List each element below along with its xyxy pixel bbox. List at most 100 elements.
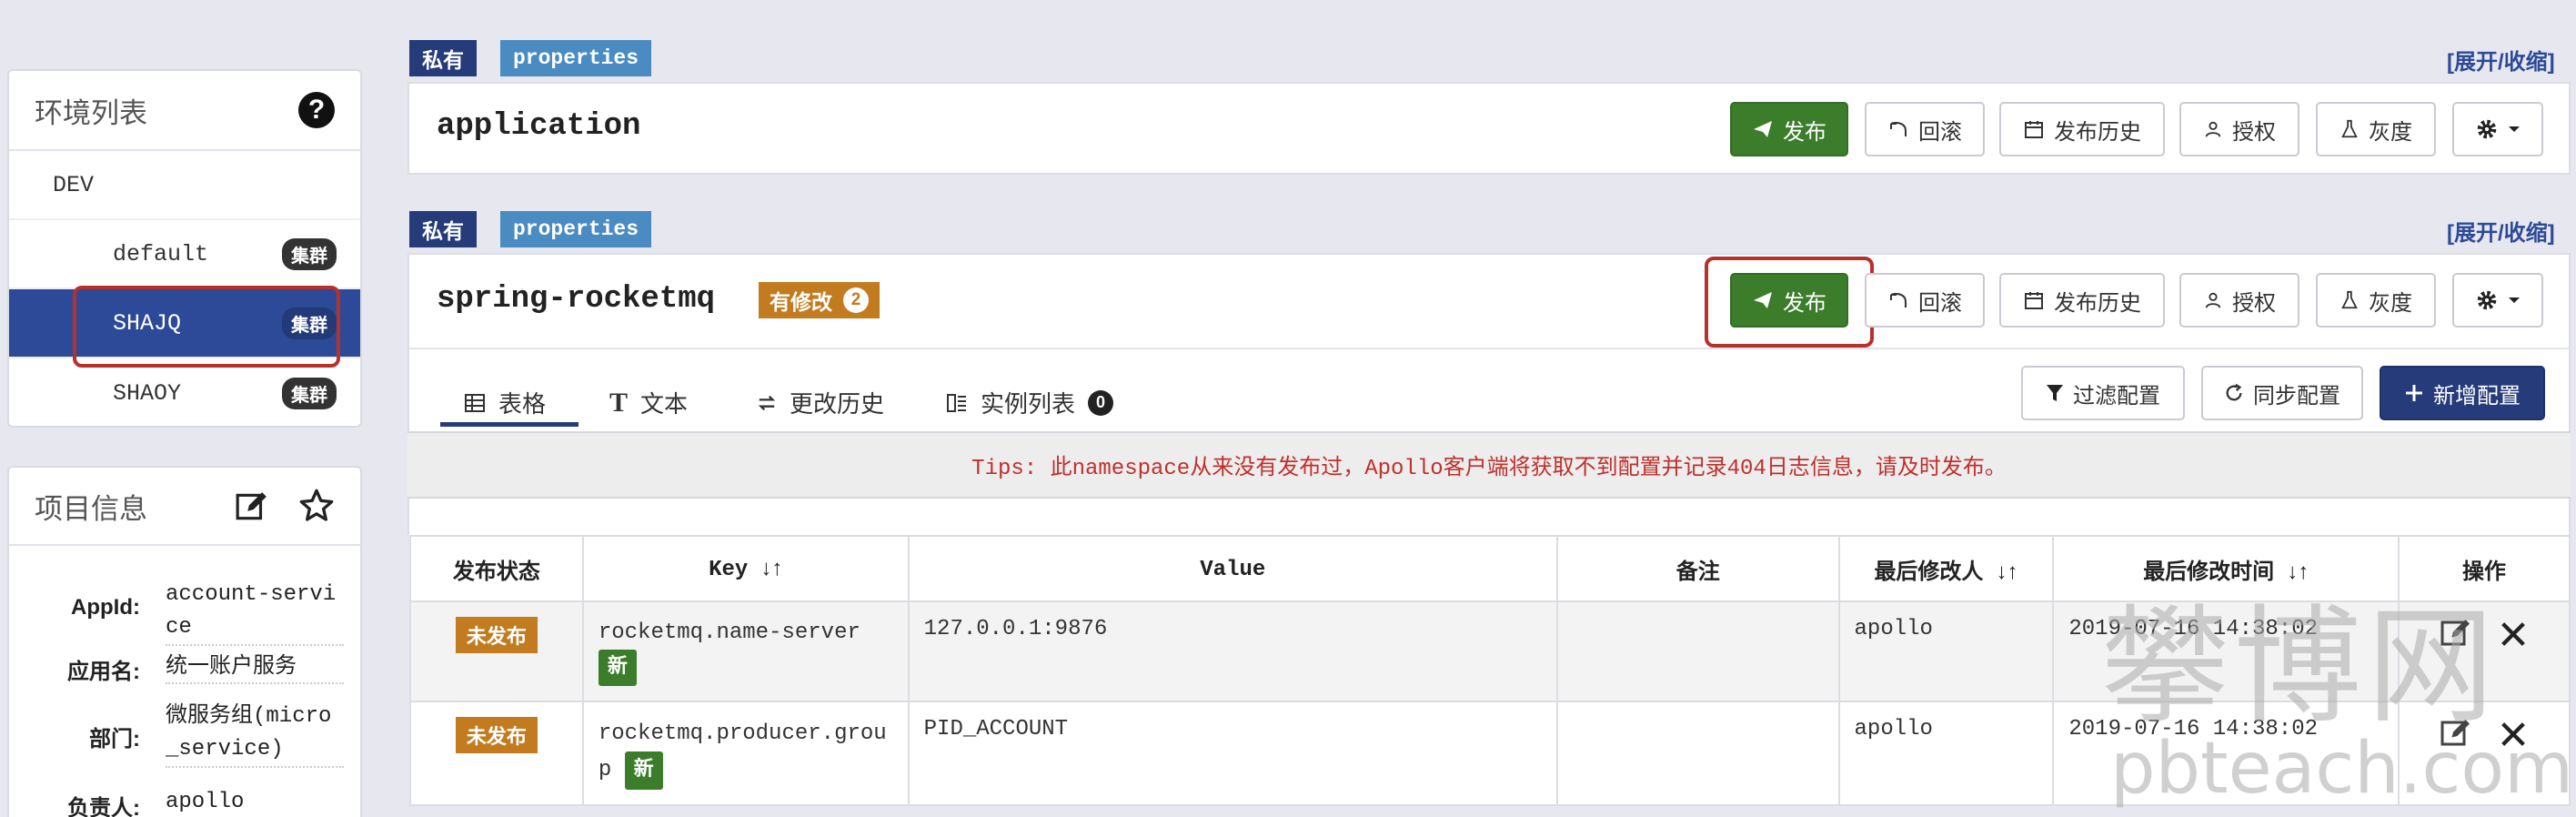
calendar-icon bbox=[2025, 121, 2043, 138]
add-config-button[interactable]: 新增配置 bbox=[2380, 366, 2545, 420]
cluster-label: SHAOY bbox=[113, 379, 182, 407]
undo-icon bbox=[1890, 293, 1907, 308]
project-info-header: 项目信息 bbox=[9, 468, 360, 546]
expand-toggle[interactable]: [展开/收缩] bbox=[2447, 44, 2555, 76]
info-value: 统一账户服务 bbox=[166, 650, 344, 684]
sync-label: 同步配置 bbox=[2253, 383, 2340, 408]
namespace-name: application bbox=[437, 109, 641, 144]
table-header-row: 发布状态 Key ↓↑ Value 备注 最后修改人 ↓↑ 最后修改时间 ↓↑ 操作 bbox=[409, 535, 2571, 602]
calendar-icon bbox=[2025, 292, 2043, 309]
env-list-header: 环境列表 ? bbox=[9, 71, 360, 151]
col-header-actions: 操作 bbox=[2398, 535, 2571, 602]
col-header-comment: 备注 bbox=[1555, 535, 1840, 602]
refresh-icon bbox=[2226, 383, 2242, 401]
col-header-modifier[interactable]: 最后修改人 ↓↑ bbox=[1837, 535, 2055, 602]
tab-label: 表格 bbox=[498, 390, 547, 418]
modified-badge: 有修改 2 bbox=[759, 282, 880, 318]
cluster-item-shaoy[interactable]: SHAOY 集群 bbox=[9, 358, 360, 428]
swap-icon bbox=[758, 395, 776, 410]
highlight-box-publish bbox=[1705, 257, 1874, 348]
config-comment bbox=[1555, 701, 1840, 806]
auth-label: 授权 bbox=[2232, 119, 2276, 145]
project-info-title: 项目信息 bbox=[35, 492, 147, 525]
auth-button[interactable]: 授权 bbox=[2179, 273, 2299, 328]
info-key: 负责人: bbox=[67, 796, 140, 817]
history-button[interactable]: 发布历史 bbox=[1999, 273, 2165, 328]
config-table: 发布状态 Key ↓↑ Value 备注 最后修改人 ↓↑ 最后修改时间 ↓↑ 操作 … bbox=[409, 535, 2571, 806]
cluster-label: default bbox=[113, 240, 209, 267]
tab-table[interactable]: 表格 bbox=[464, 386, 546, 419]
auth-button[interactable]: 授权 bbox=[2179, 102, 2299, 156]
filter-config-button[interactable]: 过滤配置 bbox=[2021, 366, 2185, 420]
sort-icon: ↓↑ bbox=[760, 555, 783, 580]
rollback-button[interactable]: 回滚 bbox=[1865, 273, 1985, 328]
rollback-label: 回滚 bbox=[1918, 119, 1962, 145]
settings-dropdown-button[interactable] bbox=[2452, 102, 2543, 156]
config-modifier: apollo bbox=[1837, 701, 2055, 806]
tab-label: 更改历史 bbox=[790, 390, 885, 418]
history-label: 发布历史 bbox=[2054, 119, 2141, 145]
env-label: DEV bbox=[53, 171, 95, 198]
gray-button[interactable]: 灰度 bbox=[2316, 273, 2436, 328]
gray-button[interactable]: 灰度 bbox=[2316, 102, 2436, 156]
private-tag: 私有 bbox=[409, 40, 477, 76]
active-tab-indicator bbox=[440, 422, 579, 427]
help-icon[interactable]: ? bbox=[298, 92, 335, 128]
history-button[interactable]: 发布历史 bbox=[1999, 102, 2165, 156]
format-tag: properties bbox=[500, 211, 652, 247]
config-modifier: apollo bbox=[1837, 600, 2055, 702]
col-header-key[interactable]: Key ↓↑ bbox=[581, 535, 910, 602]
env-list-panel: 环境列表 ? DEV default 集群 SHAJQ 集群 SHAOY 集群 bbox=[7, 69, 362, 428]
sort-icon: ↓↑ bbox=[1996, 559, 2018, 584]
filter-label: 过滤配置 bbox=[2073, 383, 2160, 408]
status-badge: 未发布 bbox=[455, 717, 538, 753]
cluster-item-default[interactable]: default 集群 bbox=[9, 220, 360, 289]
private-tag: 私有 bbox=[409, 211, 477, 247]
plus-icon bbox=[2406, 385, 2422, 401]
caret-down-icon bbox=[2509, 126, 2520, 132]
settings-dropdown-button[interactable] bbox=[2452, 273, 2543, 328]
config-value: PID_ACCOUNT bbox=[907, 701, 1558, 806]
user-icon bbox=[2205, 121, 2221, 137]
col-header-status: 发布状态 bbox=[409, 535, 584, 602]
config-comment bbox=[1555, 600, 1840, 702]
format-tag: properties bbox=[500, 40, 652, 76]
env-list-title: 环境列表 bbox=[35, 96, 147, 129]
project-info-panel: 项目信息 AppId: account-service 应用名: 统一账户服务 … bbox=[7, 466, 362, 817]
delete-icon[interactable] bbox=[2498, 619, 2529, 656]
edit-icon[interactable] bbox=[2440, 717, 2472, 756]
modified-count: 2 bbox=[843, 287, 869, 313]
tab-change-history[interactable]: 更改历史 bbox=[757, 386, 884, 419]
gray-label: 灰度 bbox=[2369, 119, 2412, 145]
table-row: 未发布 rocketmq.producer.group 新 PID_ACCOUN… bbox=[409, 701, 2571, 806]
tab-instances[interactable]: 实例列表 0 bbox=[946, 386, 1114, 419]
tab-label: 文本 bbox=[640, 390, 689, 418]
new-badge: 新 bbox=[624, 751, 663, 790]
tab-text[interactable]: T 文本 bbox=[609, 386, 688, 419]
info-value: apollo bbox=[166, 790, 245, 814]
caret-down-icon bbox=[2509, 298, 2520, 303]
env-item-dev[interactable]: DEV bbox=[9, 151, 360, 220]
config-key: rocketmq.name-server bbox=[598, 620, 860, 645]
config-time: 2019-07-16 14:38:02 bbox=[2052, 600, 2400, 702]
flask-icon bbox=[2341, 290, 2358, 309]
edit-icon[interactable] bbox=[2440, 617, 2472, 656]
info-key: 部门: bbox=[89, 727, 140, 751]
info-value: 微服务组(micro_service) bbox=[166, 701, 344, 768]
col-header-time[interactable]: 最后修改时间 ↓↑ bbox=[2052, 535, 2400, 602]
expand-toggle[interactable]: [展开/收缩] bbox=[2447, 215, 2555, 247]
gear-icon bbox=[2477, 290, 2497, 310]
send-icon bbox=[1754, 121, 1772, 137]
flask-icon bbox=[2341, 119, 2358, 138]
table-icon bbox=[465, 393, 485, 412]
delete-icon[interactable] bbox=[2498, 719, 2529, 756]
cluster-badge: 集群 bbox=[282, 237, 337, 270]
sync-config-button[interactable]: 同步配置 bbox=[2201, 366, 2363, 420]
star-icon[interactable] bbox=[298, 488, 335, 529]
rollback-button[interactable]: 回滚 bbox=[1865, 102, 1985, 156]
publish-button[interactable]: 发布 bbox=[1730, 102, 1848, 156]
add-label: 新增配置 bbox=[2433, 383, 2521, 408]
col-header-value: Value bbox=[907, 535, 1558, 602]
config-value: 127.0.0.1:9876 bbox=[907, 600, 1558, 702]
edit-icon[interactable] bbox=[235, 489, 269, 529]
